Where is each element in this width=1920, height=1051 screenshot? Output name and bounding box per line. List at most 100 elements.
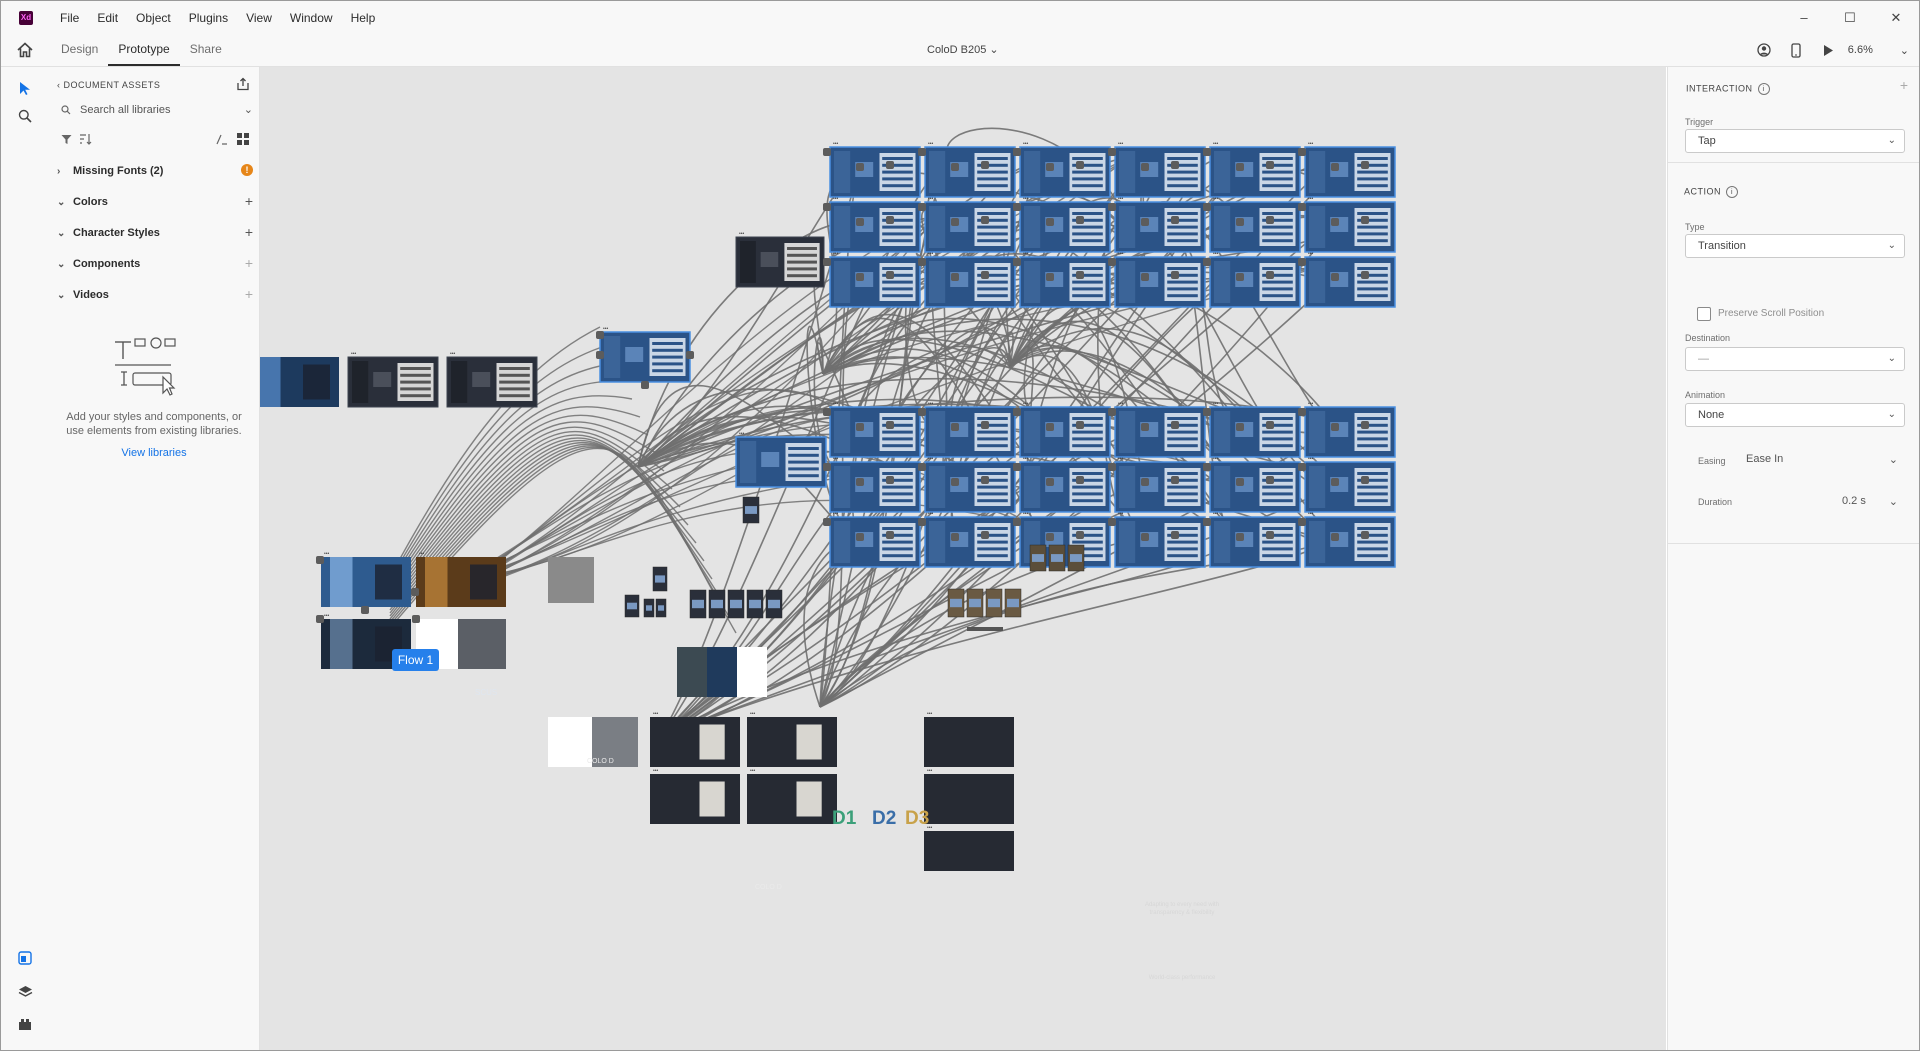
artboard-row[interactable] [1262, 540, 1293, 544]
wire-node[interactable] [1203, 148, 1211, 156]
section-videos[interactable]: ⌄ Videos + [57, 286, 253, 304]
artboard-row[interactable] [977, 184, 1008, 188]
artboard-row[interactable] [1357, 499, 1388, 503]
menu-window[interactable]: Window [281, 11, 342, 25]
artboard-row[interactable] [1357, 417, 1388, 420]
artboard-sidebar[interactable] [834, 411, 851, 453]
artboard-dots[interactable]: ••• [1023, 401, 1029, 407]
artboard-dots[interactable]: ••• [450, 351, 456, 357]
artboard-row[interactable] [400, 394, 431, 398]
info-icon[interactable]: i [1757, 83, 1770, 95]
artboard-row[interactable] [882, 267, 913, 270]
artboard-row[interactable] [499, 380, 530, 384]
artboard-dots[interactable]: ••• [1023, 456, 1029, 462]
artboard-sidebar[interactable] [1214, 521, 1231, 563]
artboard-dots[interactable]: ••• [1308, 511, 1314, 517]
wire-node[interactable] [918, 203, 926, 211]
mini-artboard-block[interactable] [1051, 554, 1063, 562]
artboard-dots[interactable]: ••• [927, 711, 933, 717]
artboard-block[interactable] [761, 452, 780, 467]
wire-node[interactable] [918, 148, 926, 156]
section-components[interactable]: ⌄ Components + [57, 255, 253, 273]
artboard-row[interactable] [1262, 444, 1293, 448]
artboard-row[interactable] [1357, 437, 1388, 441]
artboard-row[interactable] [1167, 294, 1198, 298]
artboard-row[interactable] [1357, 267, 1388, 270]
artboard-row[interactable] [1167, 485, 1198, 489]
wire-node[interactable] [823, 408, 831, 416]
wire-node[interactable] [1013, 518, 1021, 526]
artboard-dots[interactable]: ••• [928, 196, 934, 202]
wire-node[interactable] [1141, 163, 1149, 171]
play-icon[interactable] [1819, 41, 1837, 59]
wire-node[interactable] [1298, 463, 1306, 471]
wire-node[interactable] [1046, 533, 1054, 541]
placeholder-artboard[interactable] [548, 557, 594, 603]
artboard-sidebar[interactable] [1214, 411, 1231, 453]
artboard-row[interactable] [788, 447, 819, 450]
device-preview-icon[interactable] [1787, 41, 1805, 59]
grid-view-icon[interactable] [237, 133, 249, 145]
wire-node[interactable] [856, 423, 864, 431]
artboard-row[interactable] [1262, 184, 1293, 188]
artboard-row[interactable] [882, 212, 913, 215]
wire-node[interactable] [886, 531, 894, 539]
artboard-row[interactable] [1072, 177, 1103, 181]
wire-node[interactable] [951, 273, 959, 281]
artboard-row[interactable] [1167, 280, 1198, 284]
artboard-image[interactable] [699, 724, 725, 760]
wire-node[interactable] [1013, 258, 1021, 266]
mini-artboard-block[interactable] [646, 605, 652, 611]
section-missing-fonts[interactable]: › Missing Fonts (2) ! [57, 162, 253, 180]
add-component-icon[interactable]: + [245, 255, 253, 271]
wire-node[interactable] [686, 351, 694, 359]
artboard-row[interactable] [1072, 485, 1103, 489]
artboard[interactable] [747, 717, 837, 767]
wire-node[interactable] [856, 218, 864, 226]
wire-node[interactable] [1108, 463, 1116, 471]
artboard-row[interactable] [882, 430, 913, 434]
artboard-dots[interactable]: ••• [927, 768, 933, 774]
artboard-dots[interactable]: ••• [1308, 141, 1314, 147]
close-button[interactable]: ✕ [1873, 1, 1919, 34]
menu-object[interactable]: Object [127, 11, 180, 25]
artboard-dots[interactable]: ••• [1213, 401, 1219, 407]
artboard-row[interactable] [652, 355, 683, 359]
artboard-dots[interactable]: ••• [1023, 196, 1029, 202]
mini-artboard-block[interactable] [692, 599, 704, 609]
artboard-row[interactable] [1357, 430, 1388, 434]
wire-node[interactable] [856, 478, 864, 486]
artboard-block[interactable] [472, 372, 491, 387]
wire-node[interactable] [1076, 531, 1084, 539]
wire-node[interactable] [1266, 476, 1274, 484]
artboard-row[interactable] [1262, 499, 1293, 503]
wire-node[interactable] [1076, 161, 1084, 169]
select-tool-icon[interactable] [16, 79, 34, 97]
artboard-row[interactable] [977, 157, 1008, 160]
wire-node[interactable] [1361, 216, 1369, 224]
menu-plugins[interactable]: Plugins [180, 11, 237, 25]
share-export-icon[interactable] [236, 77, 250, 91]
artboard-row[interactable] [1167, 170, 1198, 174]
artboard-row[interactable] [1167, 287, 1198, 291]
zoom-level[interactable]: 6.6% [1848, 44, 1900, 56]
wire-node[interactable] [823, 518, 831, 526]
wire-node[interactable] [1361, 531, 1369, 539]
artboard-photo-d1[interactable] [677, 647, 707, 697]
wire-node[interactable] [823, 258, 831, 266]
artboard-row[interactable] [1072, 430, 1103, 434]
artboard-row[interactable] [1357, 225, 1388, 229]
artboard-canvas[interactable]: ••• ••• ••• ••• ••• ••• ••• ••• ••• ••• ••• ••• ••• •… [260, 67, 1666, 1050]
section-colors[interactable]: ⌄ Colors + [57, 193, 253, 211]
artboard-sidebar[interactable] [1309, 466, 1326, 508]
wire-node[interactable] [1236, 273, 1244, 281]
artboard-dots[interactable]: ••• [928, 401, 934, 407]
artboard-row[interactable] [882, 444, 913, 448]
artboard-row[interactable] [1262, 212, 1293, 215]
artboard-row[interactable] [1167, 527, 1198, 530]
artboard-row[interactable] [882, 485, 913, 489]
artboard-row[interactable] [1357, 177, 1388, 181]
wire-node[interactable] [1236, 478, 1244, 486]
artboard-sidebar[interactable] [929, 411, 946, 453]
artboard-dots[interactable]: ••• [739, 431, 745, 437]
